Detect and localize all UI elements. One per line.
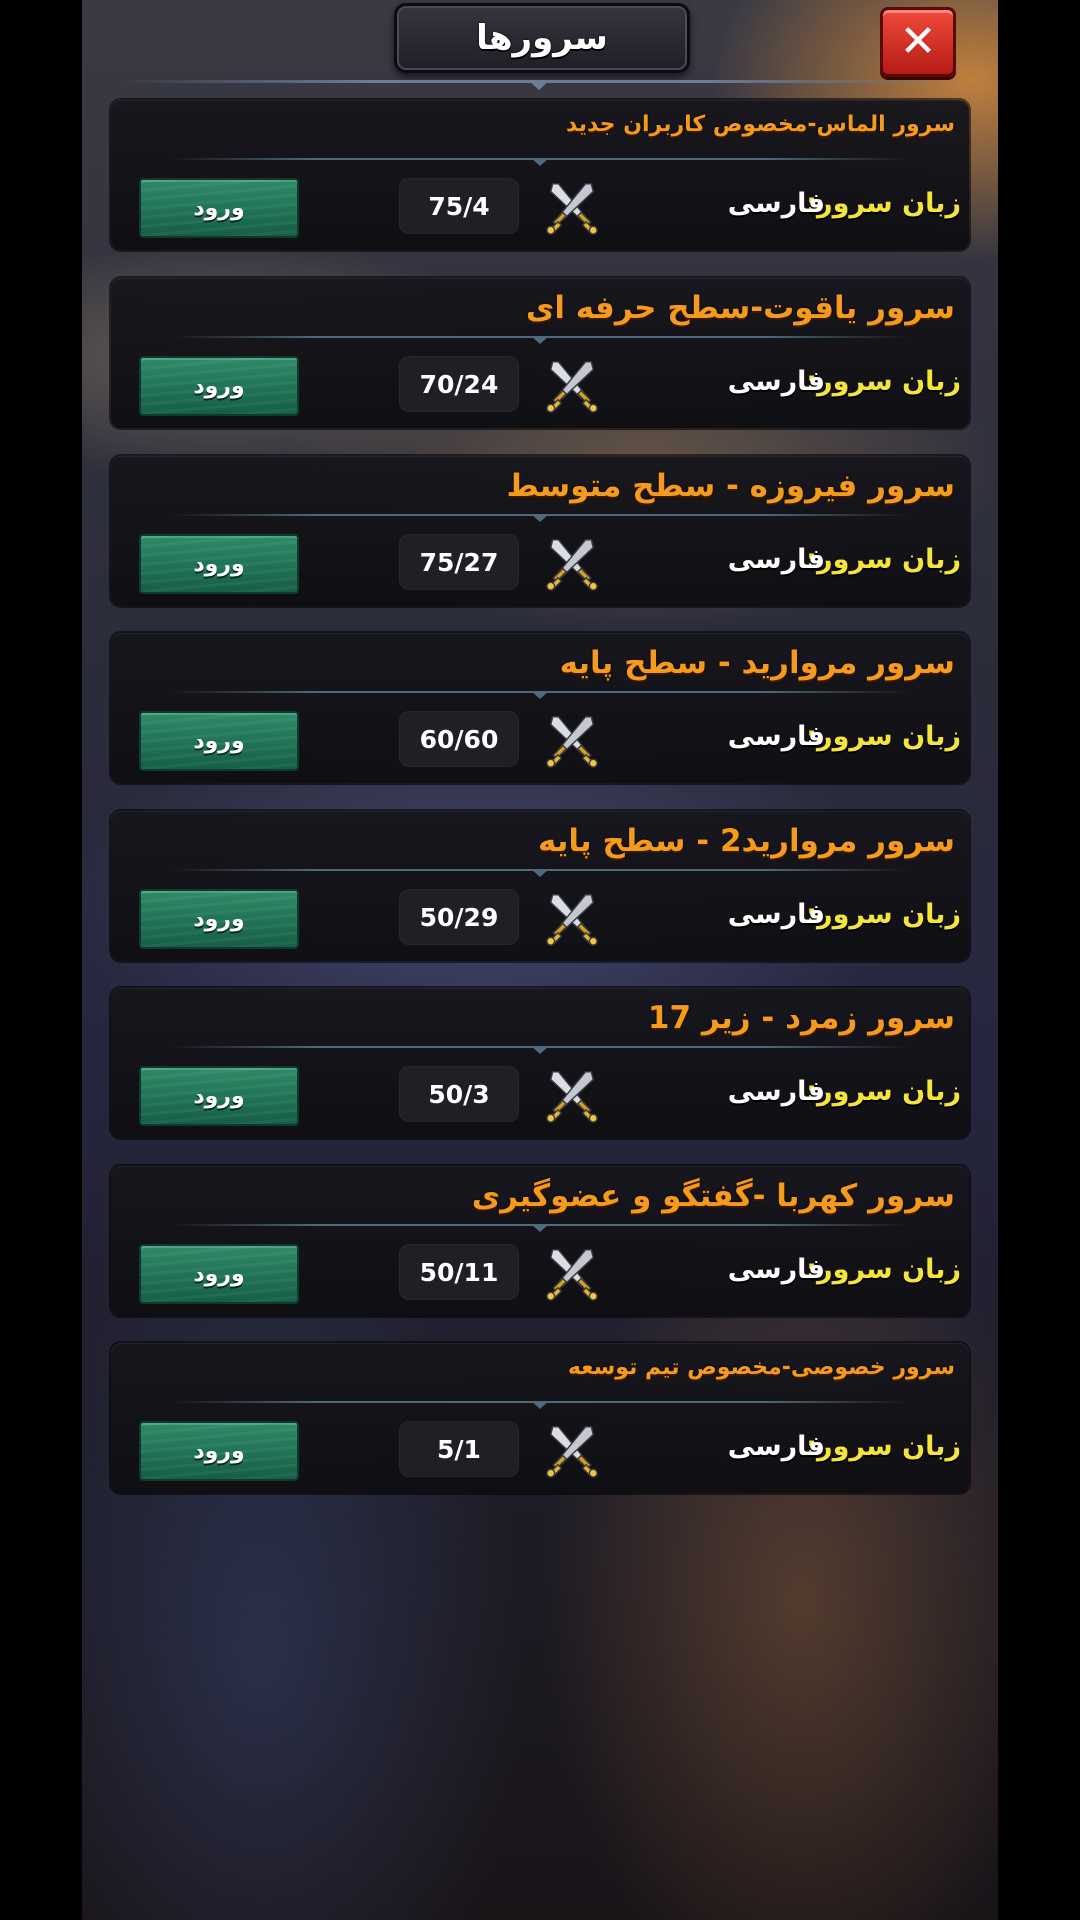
crossed-swords-icon	[546, 183, 598, 235]
player-count: 70/24	[399, 356, 519, 412]
card-divider-notch	[531, 514, 549, 522]
server-language-label: زبان سرور:	[806, 188, 961, 219]
card-divider-notch	[531, 869, 549, 877]
card-divider-notch	[531, 1401, 549, 1409]
server-language-value: فارسی	[727, 721, 825, 752]
enter-button[interactable]: ورود	[139, 356, 299, 416]
close-icon: ✕	[899, 16, 937, 67]
server-language-value: فارسی	[727, 899, 825, 930]
card-divider-notch	[531, 158, 549, 166]
server-name: سرور مروارید2 - سطح پایه	[537, 823, 955, 859]
page-title: سرورها	[476, 18, 608, 58]
server-language-label: زبان سرور:	[806, 544, 961, 575]
server-name: سرور زمرد - زیر 17	[647, 1000, 955, 1036]
enter-button[interactable]: ورود	[139, 889, 299, 949]
player-count: 50/11	[399, 1244, 519, 1300]
server-language-value: فارسی	[727, 188, 825, 219]
crossed-swords-icon	[546, 1249, 598, 1301]
crossed-swords-icon	[546, 716, 598, 768]
player-count: 60/60	[399, 711, 519, 767]
server-language-label: زبان سرور:	[806, 366, 961, 397]
enter-button[interactable]: ورود	[139, 1421, 299, 1481]
server-card: سرور مروارید - سطح پایه زبان سرور: فارسی…	[111, 633, 969, 783]
server-name: سرور کهربا -گفتگو و عضوگیری	[471, 1178, 955, 1214]
server-name: سرور خصوصی-مخصوص تیم توسعه	[567, 1355, 955, 1380]
server-name: سرور الماس-مخصوص کاربران جدید	[566, 112, 955, 137]
server-card: سرور الماس-مخصوص کاربران جدید زبان سرور:…	[111, 100, 969, 250]
player-count: 75/27	[399, 534, 519, 590]
server-language-label: زبان سرور:	[806, 1431, 961, 1462]
server-language-label: زبان سرور:	[806, 721, 961, 752]
server-card: سرور یاقوت-سطح حرفه ای زبان سرور: فارسی …	[111, 278, 969, 428]
server-name: سرور یاقوت-سطح حرفه ای	[525, 290, 955, 326]
crossed-swords-icon	[546, 361, 598, 413]
card-divider-notch	[531, 691, 549, 699]
server-card: سرور زمرد - زیر 17 زبان سرور: فارسی 50/3…	[111, 988, 969, 1138]
enter-button[interactable]: ورود	[139, 178, 299, 238]
enter-button[interactable]: ورود	[139, 1066, 299, 1126]
server-card: سرور کهربا -گفتگو و عضوگیری زبان سرور: ف…	[111, 1166, 969, 1316]
player-count: 75/4	[399, 178, 519, 234]
crossed-swords-icon	[546, 539, 598, 591]
enter-button[interactable]: ورود	[139, 711, 299, 771]
server-language-value: فارسی	[727, 366, 825, 397]
player-count: 5/1	[399, 1421, 519, 1477]
server-language-label: زبان سرور:	[806, 899, 961, 930]
crossed-swords-icon	[546, 894, 598, 946]
server-name: سرور مروارید - سطح پایه	[559, 645, 955, 681]
server-card: سرور فیروزه - سطح متوسط زبان سرور: فارسی…	[111, 456, 969, 606]
card-divider-notch	[531, 1224, 549, 1232]
server-card: سرور مروارید2 - سطح پایه زبان سرور: فارس…	[111, 811, 969, 961]
server-language-value: فارسی	[727, 1431, 825, 1462]
crossed-swords-icon	[546, 1071, 598, 1123]
crossed-swords-icon	[546, 1426, 598, 1478]
card-divider-notch	[531, 1046, 549, 1054]
close-button[interactable]: ✕	[880, 7, 956, 77]
player-count: 50/29	[399, 889, 519, 945]
enter-button[interactable]: ورود	[139, 1244, 299, 1304]
server-card: سرور خصوصی-مخصوص تیم توسعه زبان سرور: فا…	[111, 1343, 969, 1493]
title-plate: سرورها	[394, 3, 690, 73]
server-language-value: فارسی	[727, 544, 825, 575]
server-language-value: فارسی	[727, 1076, 825, 1107]
server-language-label: زبان سرور:	[806, 1076, 961, 1107]
server-language-value: فارسی	[727, 1254, 825, 1285]
enter-button[interactable]: ورود	[139, 534, 299, 594]
card-divider-notch	[531, 336, 549, 344]
server-name: سرور فیروزه - سطح متوسط	[506, 468, 955, 504]
server-language-label: زبان سرور:	[806, 1254, 961, 1285]
player-count: 50/3	[399, 1066, 519, 1122]
